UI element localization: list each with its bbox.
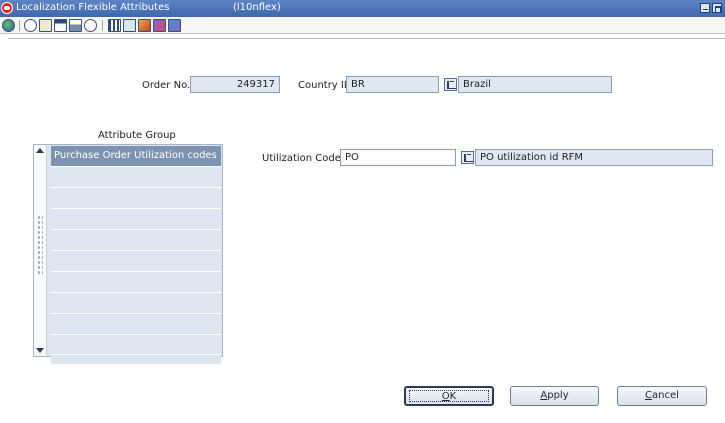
info-icon[interactable] [84, 19, 97, 32]
cancel-label-post: ancel [652, 390, 679, 401]
attribute-group-row[interactable] [51, 356, 221, 365]
toolbar-separator [102, 20, 103, 31]
utilization-code-field[interactable]: PO [340, 149, 456, 166]
maximize-icon[interactable] [712, 3, 722, 13]
help-icon[interactable] [24, 19, 37, 32]
import-icon[interactable] [168, 19, 181, 32]
attribute-group-row[interactable] [51, 335, 221, 355]
attribute-group-row[interactable] [51, 251, 221, 272]
window: Localization Flexible Attributes (l10nfl… [0, 0, 725, 423]
cancel-button[interactable]: Cancel [617, 386, 707, 406]
calendar-icon[interactable] [54, 19, 67, 32]
grid-icon[interactable] [108, 19, 121, 32]
ok-focus-ring: OK [409, 390, 489, 402]
attribute-group-row[interactable]: Purchase Order Utilization codes [51, 146, 221, 167]
minimize-icon[interactable] [700, 3, 710, 13]
form-id: (l10nflex) [233, 2, 281, 13]
attribute-group-row[interactable] [51, 230, 221, 251]
attribute-group-row[interactable] [51, 293, 221, 314]
country-lov-icon[interactable] [444, 78, 457, 91]
country-id-field[interactable]: BR [346, 76, 439, 93]
apply-button[interactable]: Apply [510, 386, 599, 406]
cancel-label-key: C [645, 390, 653, 401]
print-icon[interactable] [69, 19, 82, 32]
export-icon[interactable] [153, 19, 166, 32]
apply-label-post: pply [547, 390, 569, 401]
utilization-description-field: PO utilization id RFM [475, 149, 713, 166]
check-icon[interactable] [123, 19, 136, 32]
attribute-group-row[interactable] [51, 314, 221, 335]
attribute-group-row[interactable] [51, 188, 221, 209]
order-no-label: Order No. [142, 80, 191, 91]
toolbar-separator [19, 20, 20, 31]
country-id-label: Country ID [298, 80, 352, 91]
attribute-group-row[interactable] [51, 272, 221, 293]
globe-icon[interactable] [2, 19, 15, 32]
window-title: Localization Flexible Attributes [16, 2, 170, 13]
attribute-group-heading: Attribute Group [98, 130, 176, 141]
utilization-lov-icon[interactable] [461, 151, 474, 164]
order-no-field[interactable]: 249317 [190, 76, 280, 93]
spell-icon[interactable] [39, 19, 52, 32]
attribute-group-row[interactable] [51, 209, 221, 230]
oracle-icon [1, 2, 13, 14]
utilization-code-label: Utilization Code [262, 153, 341, 164]
tools-icon[interactable] [138, 19, 151, 32]
ok-label-key: O [441, 391, 450, 402]
attribute-group-scrollbar[interactable] [33, 144, 47, 357]
title-bar: Localization Flexible Attributes (l10nfl… [0, 0, 725, 17]
header-divider [8, 38, 725, 39]
ok-label-post: K [449, 391, 457, 402]
attribute-group-row[interactable] [51, 167, 221, 188]
toolbar [0, 17, 725, 34]
country-name-field: Brazil [458, 76, 612, 93]
scroll-grip[interactable] [37, 215, 43, 275]
ok-button[interactable]: OK [404, 386, 494, 406]
scroll-down-icon[interactable] [35, 345, 45, 355]
scroll-up-icon[interactable] [35, 146, 45, 156]
